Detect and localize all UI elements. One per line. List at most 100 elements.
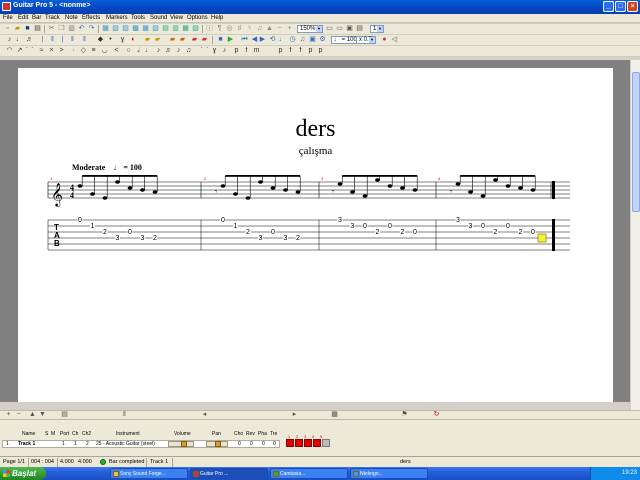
effect-icon[interactable]: ▰	[178, 36, 187, 44]
tab-fret-number[interactable]: 2	[519, 229, 523, 236]
tab-fret-number[interactable]: 2	[376, 229, 380, 236]
note-head[interactable]	[412, 188, 418, 192]
new-file-icon[interactable]: ▫	[3, 25, 12, 33]
tab-fret-number[interactable]: 1	[91, 223, 95, 230]
palm-mute-icon[interactable]: ×	[47, 47, 56, 55]
note-head[interactable]	[115, 180, 120, 184]
page-view-icon[interactable]: ▭	[325, 25, 334, 33]
start-button[interactable]: Başlat	[0, 467, 46, 480]
note-head[interactable]	[518, 186, 523, 190]
note-head[interactable]	[468, 190, 473, 194]
tab-fret-number[interactable]: 3	[469, 223, 473, 230]
tab-fret-number[interactable]: 0	[128, 229, 132, 236]
lyrics-icon[interactable]: ¶	[215, 25, 224, 33]
volume-knob[interactable]	[181, 441, 187, 447]
tab-fret-number[interactable]: 2	[494, 229, 498, 236]
menu-note[interactable]: Note	[65, 15, 78, 21]
maximize-button[interactable]: □	[615, 1, 626, 12]
tab-fret-number[interactable]: 3	[116, 235, 120, 242]
zoom-in-icon[interactable]: +	[285, 25, 294, 33]
note-head[interactable]	[152, 190, 158, 194]
horizontal-layout-icon[interactable]: ▩	[131, 25, 140, 33]
tab-fret-number[interactable]: 2	[246, 229, 250, 236]
bar-icon[interactable]: |	[58, 36, 67, 44]
effect-icon[interactable]: ▰	[200, 36, 209, 44]
tuner-icon[interactable]: ◎	[225, 25, 234, 33]
note-head[interactable]	[233, 192, 238, 196]
notation-svg[interactable]: 𝄞 4 4 1 2 3 4 𝄾 𝄾 𝄾 𝄾 T A B 012303 20123…	[18, 68, 613, 402]
track-phaser[interactable]: 0	[262, 440, 265, 448]
tab-fret-number[interactable]: 0	[506, 223, 510, 230]
page-view-icon[interactable]: ▭	[335, 25, 344, 33]
track-port[interactable]: 1	[62, 440, 65, 448]
metronome-icon[interactable]: ▲	[265, 25, 274, 33]
speed-trainer-icon[interactable]: ⚙	[318, 36, 327, 44]
fade-in-icon[interactable]: <	[112, 47, 121, 55]
quarter-note-icon[interactable]: ♩	[144, 47, 153, 55]
hammer-icon[interactable]: ◠	[5, 47, 14, 55]
dynamic-fff-icon[interactable]: f	[296, 47, 305, 55]
taskbar-item-guitar-pro[interactable]: Guitar Pro ...	[190, 468, 268, 479]
menu-bar-item[interactable]: Bar	[32, 15, 41, 21]
note-head[interactable]	[258, 180, 263, 184]
tremolo-icon[interactable]: ≡	[89, 47, 98, 55]
overview-bar-cell[interactable]	[295, 439, 303, 447]
menu-help[interactable]: Help	[211, 15, 223, 21]
whole-note-icon[interactable]: ○	[124, 47, 133, 55]
multitrack-icon[interactable]: ▤	[161, 25, 170, 33]
stop-icon[interactable]: ■	[216, 36, 225, 44]
open-folder-icon[interactable]: ▰	[13, 25, 22, 33]
tab-fret-number[interactable]: 0	[481, 223, 485, 230]
menu-view[interactable]: View	[170, 15, 183, 21]
speed-select[interactable]: x 0.5 ▼	[356, 36, 376, 44]
note-head[interactable]	[220, 184, 226, 188]
track-reverb[interactable]: 0	[250, 440, 253, 448]
scroll-right-icon[interactable]: ▸	[290, 411, 299, 419]
minimize-button[interactable]: _	[603, 1, 614, 12]
tab-fret-number[interactable]: 3	[338, 217, 342, 224]
note-value-icon[interactable]: ♪	[5, 36, 14, 44]
dynamic-f-icon[interactable]: f	[242, 47, 251, 55]
marker-icon[interactable]: ⚑	[400, 411, 409, 419]
staccato-icon[interactable]: ·	[69, 47, 78, 55]
bar-icon[interactable]: ‖	[68, 36, 77, 44]
undo-icon[interactable]: ↶	[77, 25, 86, 33]
dynamic-mf-icon[interactable]: m	[252, 47, 261, 55]
volume-slider[interactable]	[168, 441, 194, 447]
tab-fret-number[interactable]: 2	[401, 229, 405, 236]
tab-fret-number[interactable]: 0	[363, 223, 367, 230]
note-head[interactable]	[245, 196, 251, 200]
tab-fret-number[interactable]: 0	[221, 217, 225, 224]
menu-edit[interactable]: Edit	[18, 15, 28, 21]
vertical-scrollbar[interactable]	[630, 60, 640, 410]
dynamic-pp-icon[interactable]: p	[276, 47, 285, 55]
first-bar-icon[interactable]: ⏮	[240, 36, 249, 44]
effect-icon[interactable]: ▰	[168, 36, 177, 44]
countdown-icon[interactable]: ◷	[288, 36, 297, 44]
tie-icon[interactable]: ◖	[128, 36, 137, 44]
redo-icon[interactable]: ↷	[87, 25, 96, 33]
effect-icon[interactable]: ▰	[143, 36, 152, 44]
print-icon[interactable]: ▤	[33, 25, 42, 33]
scroll-left-icon[interactable]: ◂	[200, 411, 209, 419]
overview-bar-cell[interactable]	[286, 439, 294, 447]
pan-knob[interactable]	[215, 441, 221, 447]
pan-slider[interactable]	[206, 441, 228, 447]
tab-fret-number[interactable]: 0	[413, 229, 417, 236]
triplet-icon[interactable]: ♫	[184, 47, 193, 55]
rest-icon[interactable]: ɣ	[118, 36, 127, 44]
edit-cursor[interactable]	[537, 233, 547, 243]
fretboard-icon[interactable]: ▥	[171, 25, 180, 33]
note-head[interactable]	[387, 184, 393, 188]
scale-icon[interactable]: ♮	[245, 25, 254, 33]
vibrato-icon[interactable]: ≈	[37, 47, 46, 55]
menu-file[interactable]: File	[3, 15, 13, 21]
bar-icon[interactable]: ‖	[80, 36, 89, 44]
track-channel[interactable]: 1	[74, 440, 77, 448]
bar-icon[interactable]: |	[38, 36, 47, 44]
score-info-icon[interactable]: ⓘ	[205, 25, 214, 33]
cut-icon[interactable]: ✂	[47, 25, 56, 33]
note-head[interactable]	[493, 178, 498, 182]
note-head[interactable]	[283, 188, 288, 192]
note-head[interactable]	[127, 186, 133, 190]
